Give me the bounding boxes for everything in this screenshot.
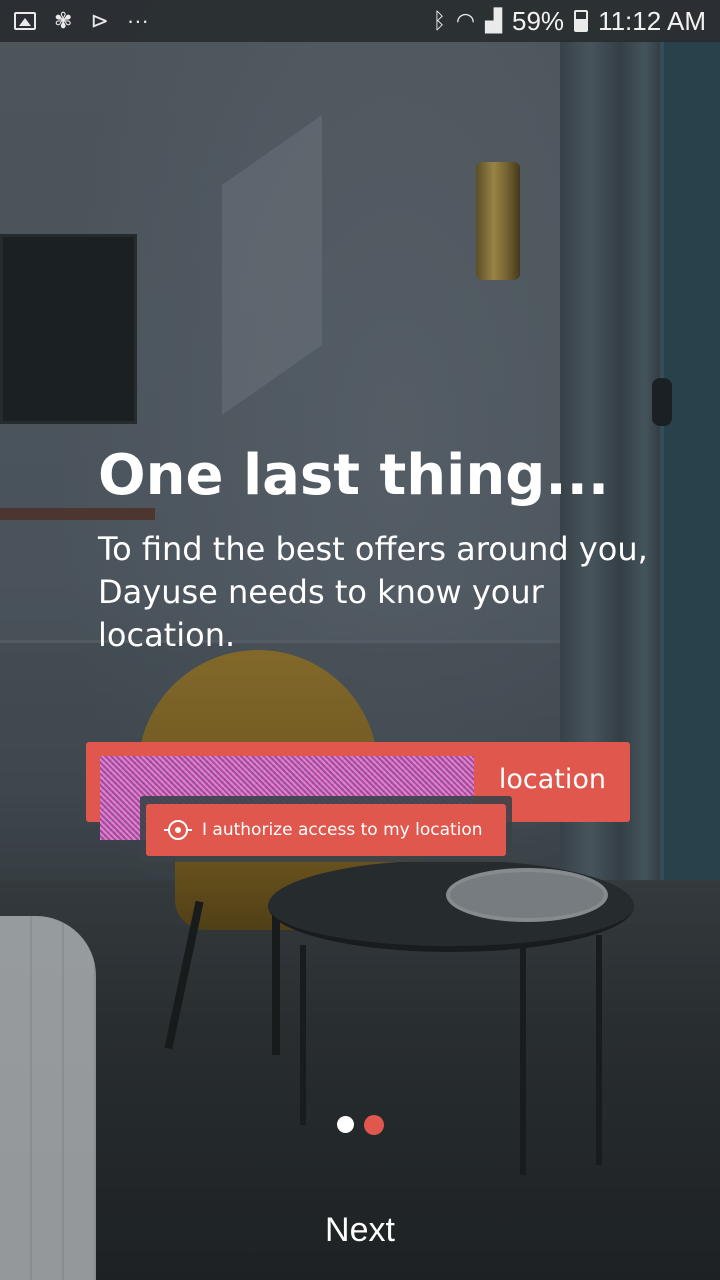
location-permission-area: location I authorize access to my locati… [86,742,632,862]
clock: 11:12 AM [598,5,706,36]
pinwheel-icon: ✾ [54,8,73,33]
image-icon [14,12,36,30]
page-dot-1[interactable] [337,1116,354,1133]
more-dots-icon: ··· [126,8,149,33]
next-button[interactable]: Next [260,1200,460,1260]
status-bar: ✾ ⊳ ··· ᛒ ◠ ▟ 59% 11:12 AM [0,0,720,42]
wifi-icon: ◠ [455,8,476,33]
bluetooth-icon: ᛒ [432,8,446,33]
share-location-button-label: location [498,764,606,795]
page-description: To find the best offers around you, Dayu… [98,530,648,654]
authorize-location-button[interactable]: I authorize access to my location [146,804,506,856]
page-dot-2[interactable] [364,1115,384,1135]
battery-icon [574,10,589,32]
page-title: One last thing... [98,443,610,508]
page-indicator [337,1115,384,1135]
authorize-location-label: I authorize access to my location [202,820,483,840]
battery-percent: 59% [512,5,565,36]
signal-icon: ▟ [485,8,503,33]
location-target-icon [164,820,192,840]
send-icon: ⊳ [90,8,109,33]
status-bar-notifications: ✾ ⊳ ··· [14,10,433,32]
status-bar-system: ᛒ ◠ ▟ 59% 11:12 AM [433,6,706,37]
